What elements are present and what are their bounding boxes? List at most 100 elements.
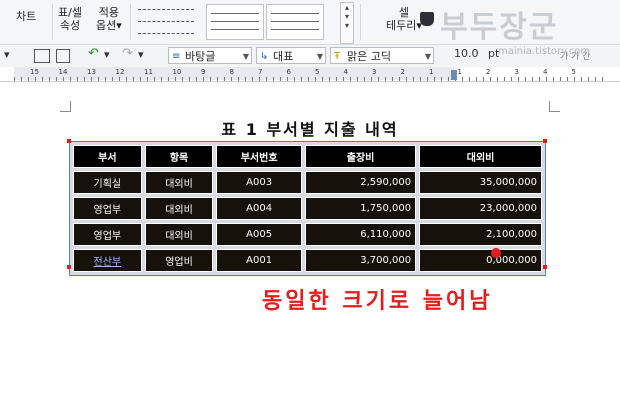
paint-bucket-icon[interactable] <box>420 12 434 26</box>
ruler-tick <box>294 77 295 81</box>
table-cell[interactable]: 2,590,000 <box>304 171 417 194</box>
expense-table[interactable]: 부서 항목 부서번호 출장비 대외비 기획실 대외비 A003 2,590,00… <box>69 141 546 276</box>
ruler-tick <box>119 77 120 81</box>
chevron-down-icon: ▼ <box>424 52 431 61</box>
table-cell[interactable]: 대외비 <box>144 171 214 194</box>
ruler-tick <box>546 77 547 81</box>
ruler-number: 7 <box>258 68 263 76</box>
chart-button[interactable]: 차트 <box>16 10 36 23</box>
gallery-scroll[interactable]: ▴ ▾ ▾ <box>340 2 354 44</box>
font-dropdown[interactable]: Ŧ 맑은 고딕 ▼ <box>330 47 434 64</box>
header-cell[interactable]: 부서 <box>73 145 142 168</box>
ruler-tick <box>595 77 596 81</box>
table-cell[interactable]: A005 <box>216 223 302 246</box>
table-cell[interactable]: A003 <box>216 171 302 194</box>
table-cell[interactable]: 35,000,000 <box>419 171 542 194</box>
table-cell[interactable]: 대외비 <box>144 197 214 220</box>
header-cell[interactable]: 부서번호 <box>216 145 302 168</box>
undo-icon[interactable]: ↶ <box>88 46 99 62</box>
font-size-value: 10.0 <box>454 47 479 60</box>
table-cell[interactable]: 3,700,000 <box>304 249 417 272</box>
resize-handle[interactable] <box>543 139 547 143</box>
table-cell[interactable]: A004 <box>216 197 302 220</box>
table-cell[interactable]: 1,750,000 <box>304 197 417 220</box>
ruler-tick <box>77 77 78 81</box>
ruler-tick <box>70 77 71 81</box>
language-dropdown[interactable]: ↳ 대표 ▼ <box>256 47 326 64</box>
redo-icon[interactable]: ↷ <box>122 46 133 62</box>
table-header-row: 부서 항목 부서번호 출장비 대외비 <box>73 145 542 168</box>
border-style-gallery[interactable] <box>136 4 198 40</box>
ruler-tick <box>28 77 29 81</box>
table-cell[interactable]: 0,000,000 <box>419 249 542 272</box>
table-cell[interactable]: 영업부 <box>73 197 142 220</box>
table-style-swatch-2[interactable] <box>266 4 324 40</box>
ruler-tick <box>210 77 211 81</box>
header-cell[interactable]: 항목 <box>144 145 214 168</box>
ruler-tick <box>483 77 484 81</box>
ruler-tick <box>525 77 526 81</box>
resize-handle[interactable] <box>67 139 71 143</box>
resize-handle[interactable] <box>67 265 71 269</box>
resize-handle[interactable] <box>543 265 547 269</box>
ruler-tick <box>357 77 358 81</box>
ruler-tick <box>350 77 351 81</box>
style-dropdown[interactable]: ≡ 바탕글 ▼ <box>168 47 252 64</box>
cell-border-button[interactable]: 셀 테두리▾ <box>386 6 422 32</box>
table-cell[interactable]: 영업부 <box>73 223 142 246</box>
dropdown-arrow-icon[interactable]: ▾ <box>4 48 10 64</box>
header-cell[interactable]: 출장비 <box>304 145 417 168</box>
ruler-tick <box>469 77 470 81</box>
ruler-tick <box>98 77 99 81</box>
ruler-tick <box>91 77 92 81</box>
cell-border-label-1: 셀 <box>398 6 410 19</box>
ruler-tick <box>406 77 407 81</box>
ruler-margin-area <box>14 67 454 80</box>
header-cell[interactable]: 대외비 <box>419 145 542 168</box>
ruler-tick <box>203 77 204 81</box>
annotation-text: 동일한 크기로 늘어남 <box>262 289 493 314</box>
table-cell[interactable]: 기획실 <box>73 171 142 194</box>
ruler-tick <box>560 77 561 81</box>
apply-options-button[interactable]: 적용 옵션▾ <box>96 6 122 32</box>
apply-label-1: 적용 <box>98 6 120 19</box>
table-cell[interactable]: A001 <box>216 249 302 272</box>
ruler-number: 4 <box>343 68 348 76</box>
table-cell[interactable]: 6,110,000 <box>304 223 417 246</box>
table-cell[interactable]: 2,100,000 <box>419 223 542 246</box>
font-size-field[interactable]: 10.0 pt <box>454 47 499 63</box>
ruler-tick <box>14 77 15 81</box>
ribbon-separator <box>52 4 53 40</box>
ruler-number: 9 <box>201 68 206 76</box>
table-cell[interactable]: 전산부 <box>73 249 142 272</box>
table-properties-button[interactable]: 표/셀 속성 <box>58 6 82 32</box>
ruler-tick <box>392 77 393 81</box>
ruler-tick <box>462 77 463 81</box>
indent-marker[interactable] <box>451 70 457 80</box>
table-style-swatch-1[interactable] <box>206 4 264 40</box>
ruler-number: 3 <box>514 68 519 76</box>
ruler-tick <box>322 77 323 81</box>
undo-dropdown-icon[interactable]: ▾ <box>104 48 110 64</box>
redo-dropdown-icon[interactable]: ▾ <box>138 48 144 64</box>
table-cell[interactable]: 영업비 <box>144 249 214 272</box>
ruler-tick <box>42 77 43 81</box>
table-cell[interactable]: 대외비 <box>144 223 214 246</box>
print-icon[interactable] <box>34 49 50 63</box>
table-cell[interactable]: 23,000,000 <box>419 197 542 220</box>
ruler-tick <box>588 77 589 81</box>
preview-icon[interactable] <box>56 49 70 63</box>
ruler-number: 10 <box>172 68 182 76</box>
linked-text[interactable]: 전산부 <box>94 257 122 268</box>
ruler-tick <box>539 77 540 81</box>
ruler-number: 5 <box>571 68 576 76</box>
chart-label: 차트 <box>16 10 37 23</box>
ruler-tick <box>126 77 127 81</box>
ruler-tick <box>252 77 253 81</box>
horizontal-ruler[interactable]: 15 14 13 12 11 10 9 8 7 6 5 4 3 2 1 1 2 3 4 5 <box>0 67 620 82</box>
ruler-tick <box>280 77 281 81</box>
ruler-tick <box>364 77 365 81</box>
ruler-tick <box>518 77 519 81</box>
ruler-tick <box>567 77 568 81</box>
watermark-url: mainia.tistory.com <box>498 46 591 57</box>
